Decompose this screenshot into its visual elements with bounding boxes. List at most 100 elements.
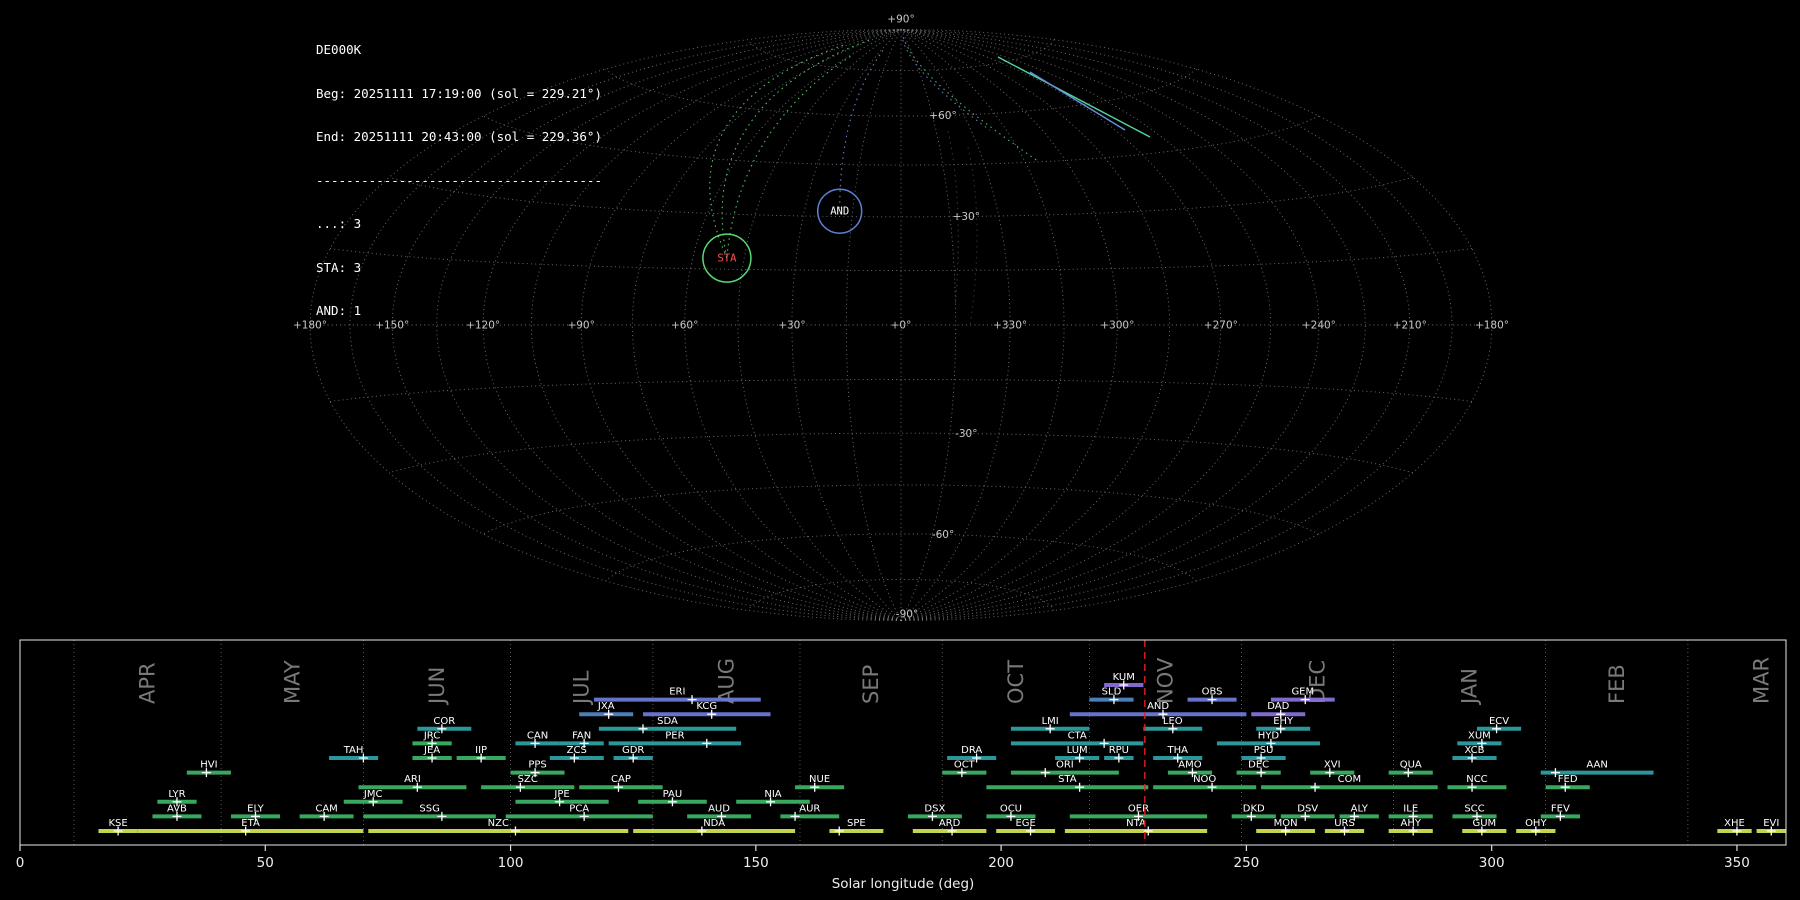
shower-label-ORI: ORI xyxy=(1056,760,1074,771)
shower-label-PPS: PPS xyxy=(528,760,546,771)
shower-peak-marker-AUR xyxy=(790,811,800,821)
parallel-line xyxy=(482,484,1320,535)
shower-peak-marker-SPE xyxy=(834,826,844,836)
shower-label-IIP: IIP xyxy=(475,745,487,756)
count-and: AND: 1 xyxy=(316,303,362,318)
begin-time: Beg: 20251111 17:19:00 (sol = 229.21°) xyxy=(316,85,602,101)
shower-label-QUA: QUA xyxy=(1400,760,1422,771)
shower-label-URS: URS xyxy=(1334,818,1355,829)
shower-label-CAM: CAM xyxy=(315,803,337,814)
shower-peak-marker-ORI xyxy=(1040,768,1050,778)
month-label-JUL: JUL xyxy=(570,670,594,706)
shower-label-ELY: ELY xyxy=(247,803,265,814)
x-tick-label: 0 xyxy=(16,855,25,871)
month-label-MAY: MAY xyxy=(280,660,304,704)
x-tick-label: 300 xyxy=(1479,855,1505,871)
shower-label-AUR: AUR xyxy=(799,803,820,814)
shower-label-LUM: LUM xyxy=(1067,745,1088,756)
lon-label: +240° xyxy=(1302,320,1336,332)
shower-label-DAD: DAD xyxy=(1267,701,1289,712)
shower-peak-marker-CTA xyxy=(1099,738,1109,748)
x-tick-label: 250 xyxy=(1233,855,1259,871)
station-code: DE000K xyxy=(316,42,362,57)
shower-label-DSX: DSX xyxy=(924,803,945,814)
shower-label-XUM: XUM xyxy=(1468,730,1491,741)
month-label-APR: APR xyxy=(136,662,160,704)
shower-label-NDA: NDA xyxy=(703,818,725,829)
lon-label: +300° xyxy=(1100,320,1134,332)
shower-label-MON: MON xyxy=(1274,818,1298,829)
shower-label-SSG: SSG xyxy=(419,803,439,814)
shower-label-XHE: XHE xyxy=(1724,818,1745,829)
radiant-label-AND: AND xyxy=(830,206,849,218)
shower-label-NZC: NZC xyxy=(488,818,509,829)
shower-label-ETA: ETA xyxy=(241,818,260,829)
shower-label-PAU: PAU xyxy=(663,789,683,800)
shower-label-NOO: NOO xyxy=(1193,774,1216,785)
shower-label-ECV: ECV xyxy=(1489,716,1509,727)
shower-label-OBS: OBS xyxy=(1202,687,1223,698)
pole-top-label: +90° xyxy=(887,14,914,26)
shower-label-ILE: ILE xyxy=(1403,803,1418,814)
shower-peak-marker-COM xyxy=(1310,782,1320,792)
meteor-track xyxy=(721,39,870,259)
shower-label-FEV: FEV xyxy=(1551,803,1570,814)
shower-label-KSE: KSE xyxy=(108,818,127,829)
shower-label-COR: COR xyxy=(433,716,455,727)
count-sporadic: ...: 3 xyxy=(316,216,362,231)
shower-label-PCA: PCA xyxy=(569,803,589,814)
shower-label-XCB: XCB xyxy=(1465,745,1485,756)
month-label-AUG: AUG xyxy=(714,658,738,704)
shower-label-DSV: DSV xyxy=(1297,803,1318,814)
shower-label-AAN: AAN xyxy=(1586,760,1607,771)
shower-label-SLD: SLD xyxy=(1102,687,1122,698)
shower-peak-marker-NZC xyxy=(510,826,520,836)
lon-label: +0° xyxy=(891,320,912,332)
meridian-line xyxy=(900,29,1065,621)
shower-label-OCT: OCT xyxy=(954,760,976,771)
shower-label-PSU: PSU xyxy=(1254,745,1274,756)
shower-label-JEA: JEA xyxy=(423,745,440,756)
shower-peak-marker-PER xyxy=(702,738,712,748)
pole-bottom-label: -90° xyxy=(896,609,918,621)
info-legend: DE000K Beg: 20251111 17:19:00 (sol = 229… xyxy=(316,14,602,348)
shower-label-SDA: SDA xyxy=(657,716,678,727)
shower-label-ARI: ARI xyxy=(404,774,421,785)
shower-label-NTA: NTA xyxy=(1126,818,1146,829)
lat-label: -30° xyxy=(955,428,977,440)
shower-label-CAN: CAN xyxy=(527,730,548,741)
shower-label-ARD: ARD xyxy=(939,818,961,829)
shower-label-CTA: CTA xyxy=(1068,730,1087,741)
shower-label-NCC: NCC xyxy=(1466,774,1487,785)
meteor-track xyxy=(839,50,884,212)
shower-label-SZC: SZC xyxy=(518,774,538,785)
shower-label-FAN: FAN xyxy=(572,730,591,741)
shower-label-LYR: LYR xyxy=(168,789,185,800)
shower-label-SCC: SCC xyxy=(1464,803,1484,814)
end-time: End: 20251111 20:43:00 (sol = 229.36°) xyxy=(316,129,602,144)
shower-label-AND: AND xyxy=(1147,701,1169,712)
meteor-track xyxy=(967,147,978,326)
radiant-activity-plot: STA AND +180° +150° +120° +90° +60° +30° +0° +330… xyxy=(0,0,1800,900)
shower-label-JXA: JXA xyxy=(597,701,615,712)
shower-label-JRC: JRC xyxy=(423,730,440,741)
shower-label-LMI: LMI xyxy=(1042,716,1059,727)
shower-label-EHY: EHY xyxy=(1273,716,1294,727)
shower-label-OCU: OCU xyxy=(1000,803,1022,814)
shower-label-RPU: RPU xyxy=(1109,745,1129,756)
shower-label-JPE: JPE xyxy=(553,789,569,800)
shower-label-AUD: AUD xyxy=(708,803,730,814)
x-tick-label: 150 xyxy=(743,855,769,871)
shower-label-EVI: EVI xyxy=(1763,818,1779,829)
lat-label: +30° xyxy=(953,211,980,223)
shower-label-TAH: TAH xyxy=(343,745,364,756)
count-sta: STA: 3 xyxy=(316,259,362,275)
shower-label-JMC: JMC xyxy=(363,789,383,800)
shower-label-HVI: HVI xyxy=(200,760,217,771)
shower-label-THA: THA xyxy=(1166,745,1188,756)
shower-label-XVI: XVI xyxy=(1324,760,1341,771)
shower-label-COM: COM xyxy=(1338,774,1361,785)
parallel-line xyxy=(330,379,1472,402)
meteor-trail xyxy=(997,56,1151,138)
lon-label: +180° xyxy=(1475,320,1509,332)
